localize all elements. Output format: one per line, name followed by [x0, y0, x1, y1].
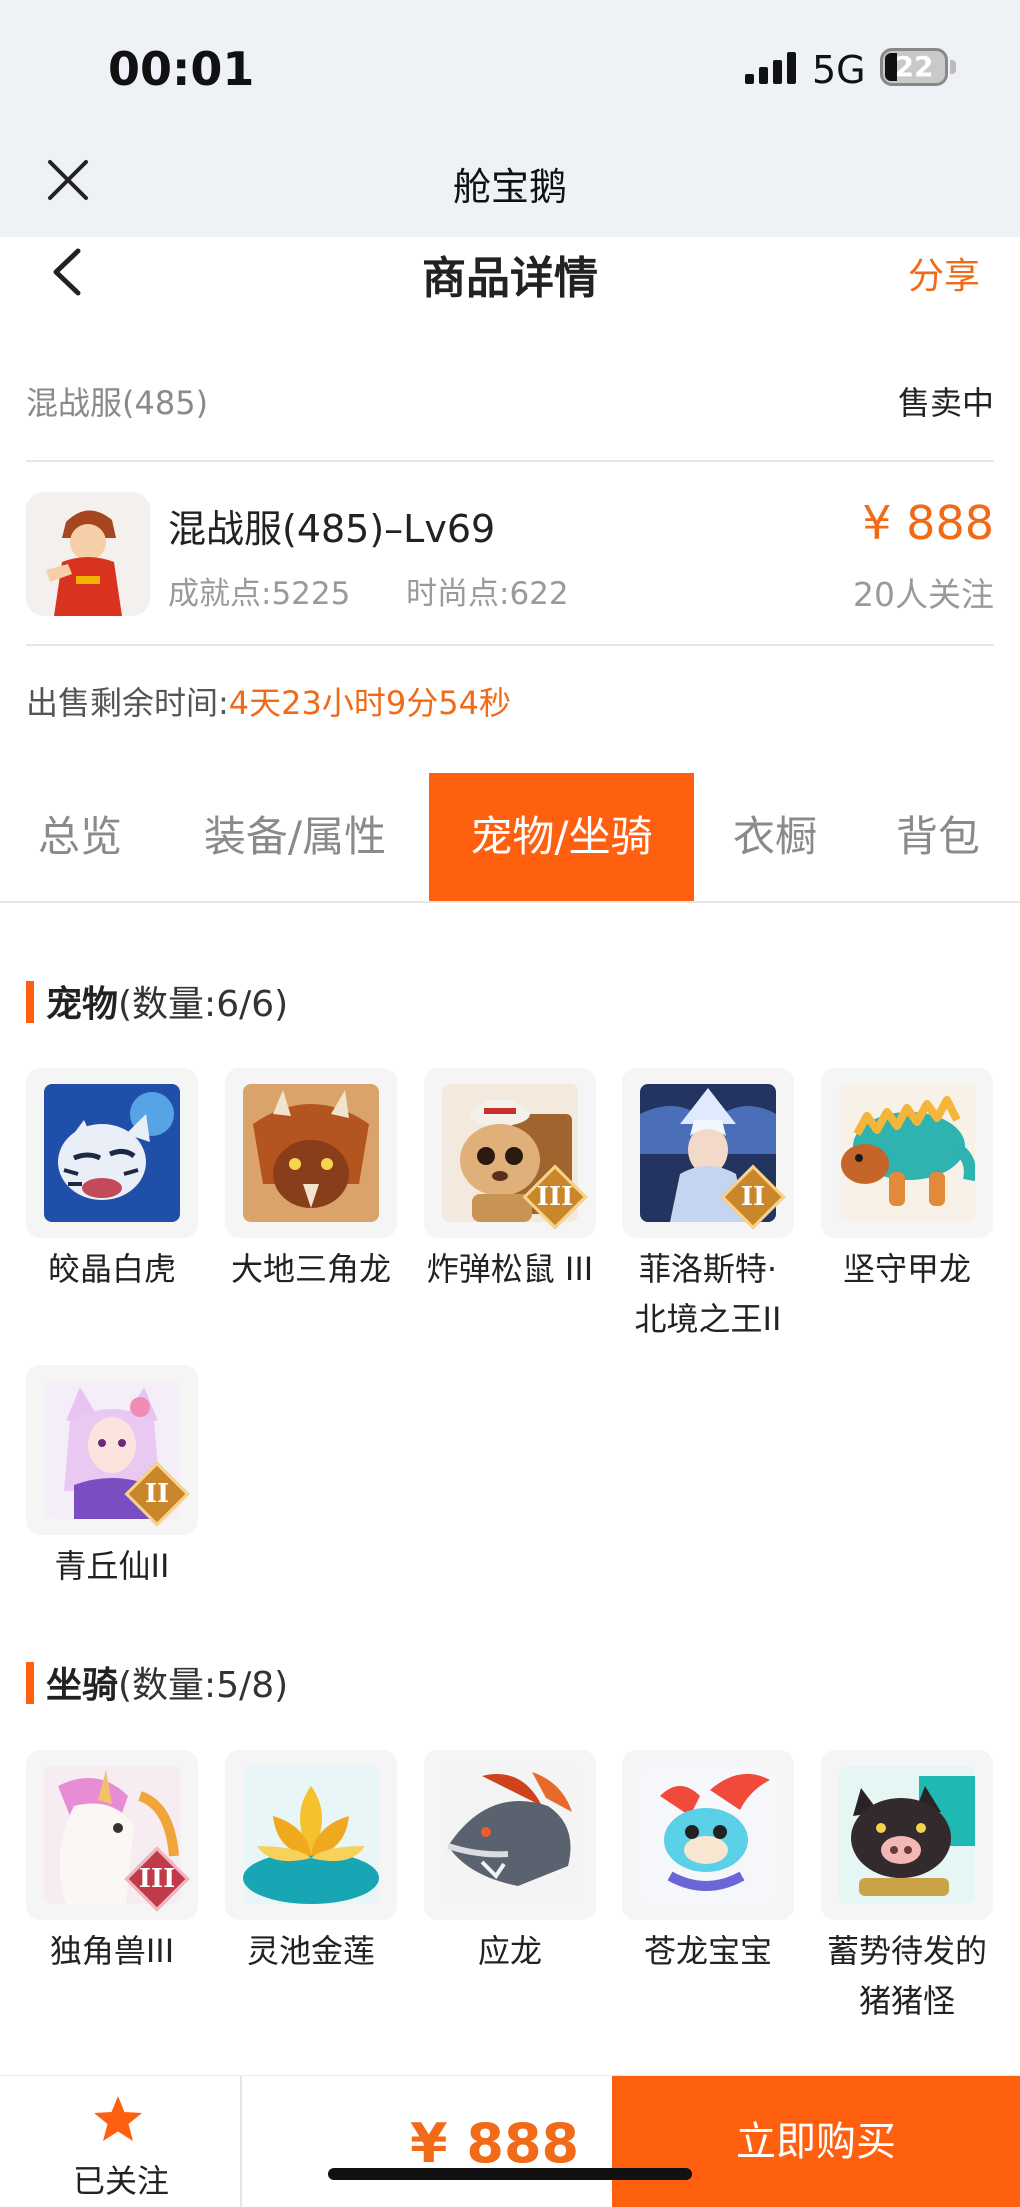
mount-tile-pig-monster[interactable]: 蓄势待发的 猪猪怪 — [821, 1750, 993, 2026]
baby-dragon-icon — [622, 1750, 794, 1920]
battery-tip — [950, 60, 956, 74]
mount-name: 独角兽III — [49, 1932, 175, 1970]
frost-king-icon: II — [622, 1068, 794, 1238]
home-indicator — [328, 2168, 692, 2180]
status-time: 00:01 — [108, 42, 255, 96]
tab-pets-mounts[interactable]: 宠物/坐骑 — [429, 773, 694, 901]
pet-tile-ankylosaur[interactable]: 坚守甲龙 — [821, 1068, 993, 1294]
tab-backpack[interactable]: 背包 — [878, 773, 998, 901]
sale-status: 售卖中 — [897, 384, 994, 422]
bottom-price: ¥ 888 — [410, 2112, 580, 2175]
pet-name-line2: 北境之王II — [634, 1300, 782, 1338]
detail-tabs: 总览 装备/属性 宠物/坐骑 衣橱 背包 — [0, 773, 1020, 903]
buy-now-button[interactable]: 立即购买 — [612, 2076, 1020, 2207]
pets-title-text: 宠物 — [46, 984, 119, 1025]
status-bar: 00:01 5G 22 — [0, 0, 1020, 130]
bomb-squirrel-icon: III — [424, 1068, 596, 1238]
pet-tile-bomb-squirrel[interactable]: III 炸弹松鼠 III — [424, 1068, 596, 1294]
share-button[interactable]: 分享 — [908, 247, 980, 299]
timer-value: 4天23小时9分54秒 — [228, 684, 511, 722]
mount-name-line1: 蓄势待发的 — [826, 1932, 987, 1970]
pets-count: (数量:6/6) — [118, 984, 289, 1025]
mount-name: 蓄势待发的 猪猪怪 — [821, 1926, 993, 2026]
follower-count: 20人关注 — [853, 575, 994, 614]
mount-name: 应龙 — [477, 1932, 542, 1970]
rank-text: II — [144, 1479, 170, 1509]
tab-equipment[interactable]: 装备/属性 — [180, 773, 410, 901]
mount-name: 灵池金莲 — [246, 1932, 375, 1970]
pet-tile-fox-fairy[interactable]: II 青丘仙II — [26, 1365, 198, 1591]
mount-tile-baby-dragon[interactable]: 苍龙宝宝 — [622, 1750, 794, 1976]
sale-timer: 出售剩余时间:4天23小时9分54秒 — [26, 678, 511, 724]
ankylosaur-icon — [821, 1068, 993, 1238]
mount-name: 苍龙宝宝 — [643, 1932, 772, 1970]
rank-text: III — [138, 1864, 176, 1894]
bottom-action-bar: 已关注 ¥ 888 立即购买 — [0, 2075, 1020, 2207]
section-marker — [26, 1662, 34, 1704]
follow-label: 已关注 — [72, 2162, 169, 2200]
mount-tile-unicorn[interactable]: III 独角兽III — [26, 1750, 198, 1976]
fox-fairy-icon: II — [26, 1365, 198, 1535]
product-name: 混战服(485)–Lv69 — [168, 507, 496, 551]
pet-name-line1: 菲洛斯特· — [638, 1250, 778, 1288]
nav-bar: 商品详情 分享 — [0, 237, 1020, 327]
pet-name: 菲洛斯特· 北境之王II — [622, 1244, 794, 1344]
pet-tile-triceratops[interactable]: 大地三角龙 — [225, 1068, 397, 1294]
dragon-icon — [424, 1750, 596, 1920]
product-summary: 混战服(485)–Lv69 成就点:5225 时尚点:622 ¥ 888 20人… — [26, 490, 994, 620]
star-icon — [94, 2096, 142, 2141]
timer-label: 出售剩余时间: — [26, 684, 229, 722]
section-marker — [26, 981, 34, 1023]
network-type: 5G — [812, 48, 866, 92]
golden-lotus-icon — [225, 1750, 397, 1920]
battery-icon: 22 — [880, 48, 948, 86]
follow-button[interactable]: 已关注 — [0, 2076, 242, 2207]
server-row: 混战服(485) 售卖中 — [26, 378, 994, 428]
tab-overview[interactable]: 总览 — [20, 773, 140, 901]
white-tiger-icon — [26, 1068, 198, 1238]
pet-name: 皎晶白虎 — [47, 1250, 176, 1288]
character-avatar — [26, 492, 150, 616]
rank-text: III — [536, 1182, 574, 1212]
achievement-points: 成就点:5225 — [168, 576, 351, 612]
divider — [26, 644, 994, 646]
triceratops-icon — [225, 1068, 397, 1238]
signal-icon — [745, 52, 796, 84]
pet-name: 大地三角龙 — [230, 1250, 391, 1288]
fashion-points: 时尚点:622 — [406, 576, 569, 612]
mounts-count: (数量:5/8) — [118, 1665, 289, 1706]
mounts-title: 坐骑(数量:5/8) — [46, 1656, 288, 1708]
page-title: 商品详情 — [422, 253, 598, 304]
rank-text: II — [740, 1182, 766, 1212]
divider — [26, 460, 994, 462]
pets-title: 宠物(数量:6/6) — [46, 975, 288, 1027]
pet-name: 坚守甲龙 — [842, 1250, 971, 1288]
mount-tile-golden-lotus[interactable]: 灵池金莲 — [225, 1750, 397, 1976]
tab-wardrobe[interactable]: 衣橱 — [715, 773, 835, 901]
pig-monster-icon — [821, 1750, 993, 1920]
product-price: ¥ 888 — [862, 496, 994, 550]
pet-tile-white-tiger[interactable]: 皎晶白虎 — [26, 1068, 198, 1294]
mount-name-line2: 猪猪怪 — [858, 1982, 955, 2020]
app-title: 舱宝鹅 — [452, 165, 567, 209]
pet-name: 青丘仙II — [54, 1547, 170, 1585]
app-bar: 舱宝鹅 — [0, 130, 1020, 237]
pet-name: 炸弹松鼠 III — [426, 1250, 594, 1288]
mounts-title-text: 坐骑 — [46, 1665, 119, 1706]
mount-tile-dragon[interactable]: 应龙 — [424, 1750, 596, 1976]
server-name: 混战服(485) — [26, 384, 209, 422]
pet-tile-frost-king[interactable]: II 菲洛斯特· 北境之王II — [622, 1068, 794, 1344]
unicorn-icon: III — [26, 1750, 198, 1920]
